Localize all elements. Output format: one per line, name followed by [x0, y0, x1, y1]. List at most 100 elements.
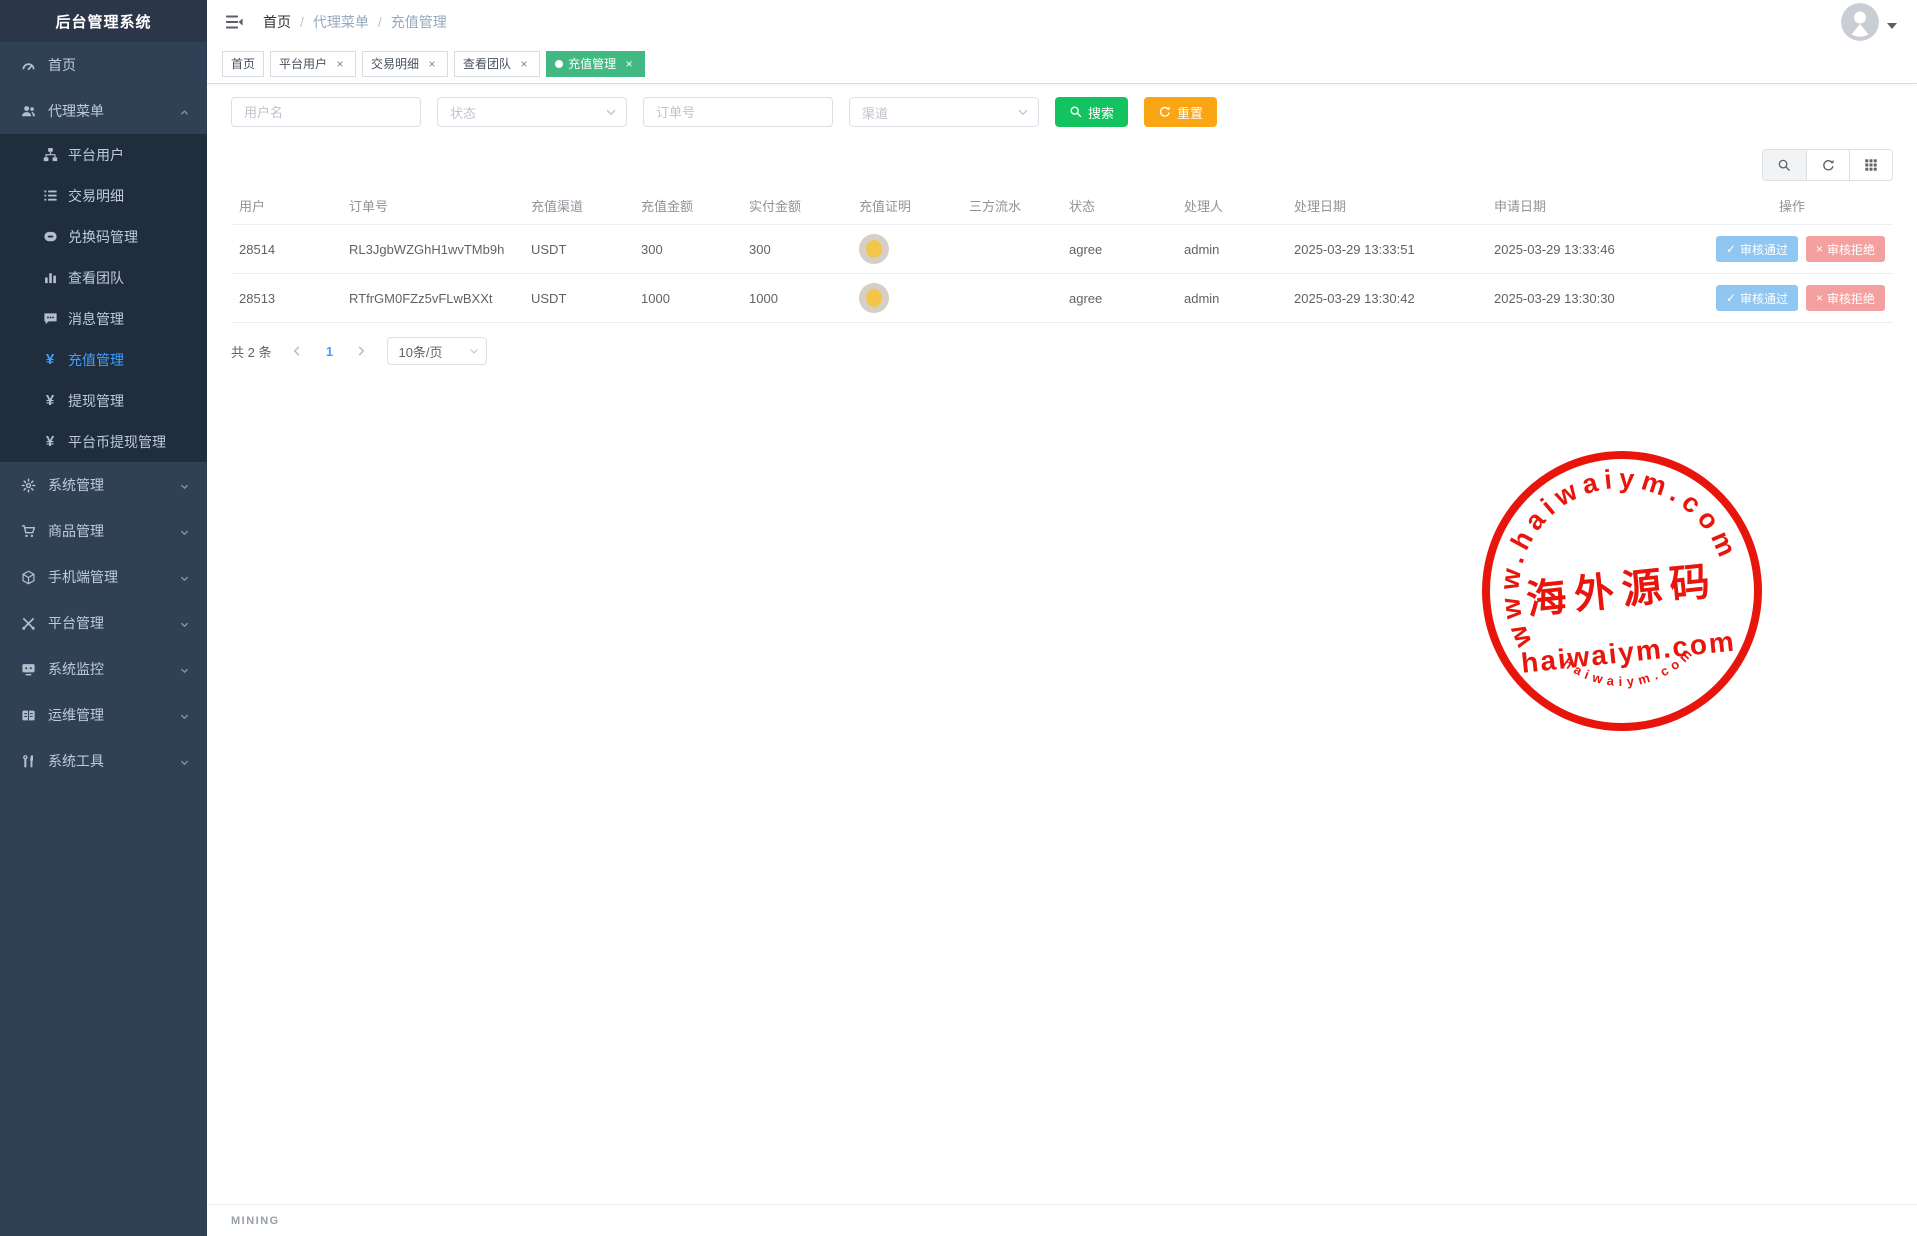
tab-transaction-detail[interactable]: 交易明细×: [362, 51, 448, 77]
sidebar-item-system-monitor[interactable]: 系统监控: [0, 646, 207, 692]
sidebar-item-label: 交易明细: [68, 186, 191, 206]
yen-icon: ¥: [42, 393, 58, 409]
sidebar-item-goods-mgmt[interactable]: 商品管理: [0, 508, 207, 554]
dashboard-icon: [20, 57, 36, 73]
sidebar-item-system-tools[interactable]: 系统工具: [0, 738, 207, 784]
sidebar-item-withdraw-mgmt[interactable]: ¥ 提现管理: [0, 380, 207, 421]
table-cell: 28514: [231, 225, 341, 274]
watermark-stamp: www.haiwaiym.com 海外源码 haiwaiym.com haiwa…: [1477, 446, 1767, 736]
column-header: 用户: [231, 189, 341, 225]
sidebar-item-label: 手机端管理: [48, 567, 179, 587]
tab-close-icon[interactable]: ×: [333, 57, 347, 71]
reject-button-label: 审核拒绝: [1827, 290, 1875, 307]
barchart-icon: [42, 270, 58, 286]
next-page-button[interactable]: [347, 337, 375, 365]
status-select[interactable]: 状态: [437, 97, 627, 127]
sidebar-item-agent-menu[interactable]: 代理菜单: [0, 88, 207, 134]
sidebar-item-label: 消息管理: [68, 309, 191, 329]
table-cell-actions: ✓审核通过 ×审核拒绝: [1691, 225, 1893, 274]
sidebar-item-system-mgmt[interactable]: 系统管理: [0, 462, 207, 508]
tab-label: 查看团队: [463, 55, 511, 72]
search-button[interactable]: 搜索: [1055, 97, 1128, 127]
sidebar-item-label: 系统监控: [48, 659, 179, 679]
sidebar-item-ops-mgmt[interactable]: 运维管理: [0, 692, 207, 738]
sidebar-item-mobile-mgmt[interactable]: 手机端管理: [0, 554, 207, 600]
breadcrumb-item[interactable]: 首页: [263, 12, 291, 32]
table-cell: 2025-03-29 13:30:42: [1286, 274, 1486, 323]
sidebar-menu: 首页代理菜单平台用户交易明细兑换码管理查看团队消息管理¥充值管理¥提现管理¥平台…: [0, 42, 207, 1236]
table-cell: USDT: [523, 225, 633, 274]
tab-close-icon[interactable]: ×: [622, 57, 636, 71]
column-header: 订单号: [341, 189, 523, 225]
sidebar-item-label: 代理菜单: [48, 101, 179, 121]
chevron-down-icon: [604, 105, 618, 119]
table-cell: 300: [741, 225, 851, 274]
column-header: 实付金额: [741, 189, 851, 225]
tab-close-icon[interactable]: ×: [425, 57, 439, 71]
svg-text:haiwaiym.com: haiwaiym.com: [1559, 642, 1701, 696]
yen-icon: ¥: [42, 434, 58, 450]
recharge-proof-thumbnail[interactable]: [859, 283, 889, 313]
chevron-down-icon: [179, 755, 191, 767]
org-icon: [42, 147, 58, 163]
sidebar-item-dashboard[interactable]: 首页: [0, 42, 207, 88]
menu-fold-icon[interactable]: [225, 12, 245, 32]
svg-text:haiwaiym.com: haiwaiym.com: [1520, 625, 1737, 678]
approve-button[interactable]: ✓审核通过: [1716, 236, 1798, 262]
avatar-caret-icon[interactable]: [1887, 23, 1897, 29]
tab-home[interactable]: 首页: [222, 51, 264, 77]
username-input[interactable]: [231, 97, 421, 127]
table-cell-proof: [851, 274, 961, 323]
sidebar-item-label: 提现管理: [68, 391, 191, 411]
reset-button[interactable]: 重置: [1144, 97, 1217, 127]
chevron-down-icon: [179, 571, 191, 583]
reject-button[interactable]: ×审核拒绝: [1806, 285, 1885, 311]
column-header: 三方流水: [961, 189, 1061, 225]
sidebar: 后台管理系统 首页代理菜单平台用户交易明细兑换码管理查看团队消息管理¥充值管理¥…: [0, 0, 207, 1236]
table-cell: 1000: [741, 274, 851, 323]
tab-label: 平台用户: [279, 55, 327, 72]
sidebar-item-redeem-code[interactable]: 兑换码管理: [0, 216, 207, 257]
breadcrumb-separator: /: [378, 14, 382, 30]
avatar[interactable]: [1841, 3, 1879, 41]
sidebar-item-label: 平台币提现管理: [68, 432, 191, 452]
approve-button[interactable]: ✓审核通过: [1716, 285, 1798, 311]
page-number-1[interactable]: 1: [315, 337, 343, 365]
tab-platform-users[interactable]: 平台用户 ×: [270, 51, 356, 77]
table-row: 28514RL3JgbWZGhH1wvTMb9hUSDT300300agreea…: [231, 225, 1893, 274]
sidebar-item-label: 平台管理: [48, 613, 179, 633]
tab-close-icon[interactable]: ×: [517, 57, 531, 71]
sidebar-item-platform-users[interactable]: 平台用户: [0, 134, 207, 175]
navbar: 首页/代理菜单/充值管理: [207, 0, 1917, 44]
tab-view-team[interactable]: 查看团队 ×: [454, 51, 540, 77]
navbar-right: [1841, 3, 1897, 41]
table-cell: RTfrGM0FZz5vFLwBXXt: [341, 274, 523, 323]
prev-page-button[interactable]: [283, 337, 311, 365]
channel-select[interactable]: 渠道: [849, 97, 1039, 127]
status-select-placeholder: 状态: [450, 103, 604, 122]
recharge-proof-thumbnail[interactable]: [859, 234, 889, 264]
sidebar-item-label: 运维管理: [48, 705, 179, 725]
sidebar-item-transaction-detail[interactable]: 交易明细: [0, 175, 207, 216]
page-size-select[interactable]: 10条/页: [387, 337, 487, 365]
reject-button[interactable]: ×审核拒绝: [1806, 236, 1885, 262]
sidebar-item-platform-mgmt[interactable]: 平台管理: [0, 600, 207, 646]
sidebar-item-recharge-mgmt[interactable]: ¥充值管理: [0, 339, 207, 380]
table-cell-actions: ✓审核通过 ×审核拒绝: [1691, 274, 1893, 323]
tab-recharge-mgmt[interactable]: 充值管理×: [546, 51, 645, 77]
approve-button-label: 审核通过: [1740, 290, 1788, 307]
chevron-down-icon: [179, 663, 191, 675]
sidebar-item-label: 查看团队: [68, 268, 191, 288]
order-number-input[interactable]: [643, 97, 833, 127]
sidebar-submenu-agent-menu: 平台用户交易明细兑换码管理查看团队消息管理¥充值管理¥提现管理¥平台币提现管理: [0, 134, 207, 462]
gear-icon: [20, 477, 36, 493]
yen-icon: ¥: [42, 352, 58, 368]
sidebar-item-platform-coin-withdraw[interactable]: ¥ 平台币提现管理: [0, 421, 207, 462]
table-columns-button[interactable]: [1849, 150, 1892, 180]
table-search-toggle-button[interactable]: [1763, 150, 1806, 180]
chevron-up-icon: [179, 105, 191, 117]
sidebar-item-view-team[interactable]: 查看团队: [0, 257, 207, 298]
active-tab-dot: [555, 60, 563, 68]
sidebar-item-message-mgmt[interactable]: 消息管理: [0, 298, 207, 339]
table-refresh-button[interactable]: [1806, 150, 1849, 180]
